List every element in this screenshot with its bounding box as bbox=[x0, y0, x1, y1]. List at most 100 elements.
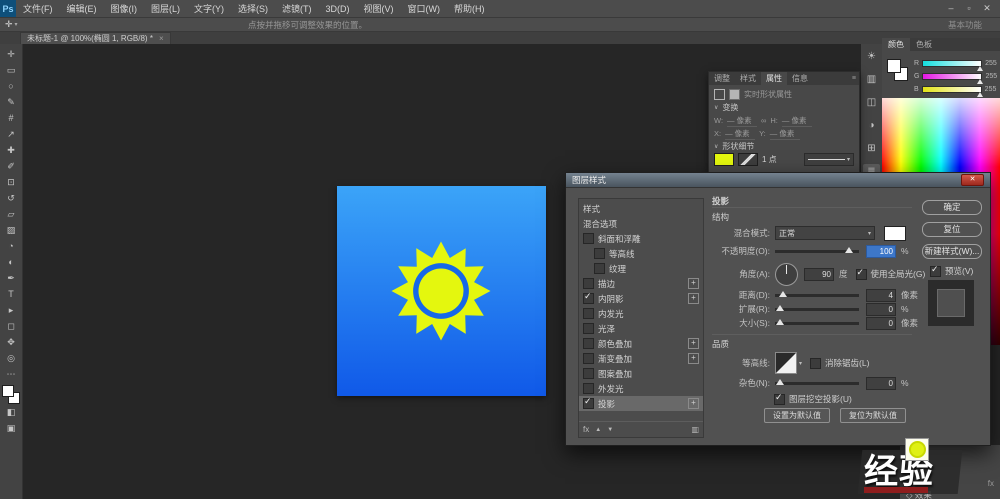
style-checkbox[interactable] bbox=[583, 293, 594, 304]
noise-slider[interactable] bbox=[775, 382, 859, 385]
trash-icon[interactable]: ▥ bbox=[691, 425, 699, 434]
quick-selection-tool[interactable]: ✎ bbox=[0, 94, 22, 110]
artwork-blue-square[interactable] bbox=[337, 186, 546, 396]
panel-tab[interactable]: 样式 bbox=[735, 72, 761, 85]
knockout-checkbox[interactable] bbox=[774, 394, 785, 405]
style-checkbox[interactable] bbox=[594, 248, 605, 259]
minimize-icon[interactable]: – bbox=[942, 3, 960, 14]
panel-icon-adjustments[interactable]: ☀ bbox=[863, 49, 880, 63]
add-effect-icon[interactable]: + bbox=[688, 338, 699, 349]
panel-tab[interactable]: 色板 bbox=[910, 38, 938, 51]
panel-icon-curves[interactable]: ◑ bbox=[863, 118, 880, 132]
red-slider[interactable] bbox=[922, 60, 982, 67]
panel-icon-channels[interactable]: ⊞ bbox=[863, 141, 880, 155]
style-list-item[interactable]: 投影 + bbox=[579, 396, 703, 411]
reset-default-button[interactable]: 复位为默认值 bbox=[840, 408, 906, 423]
screen-mode-button[interactable]: ▣ bbox=[0, 420, 22, 436]
spread-field[interactable]: 0 bbox=[866, 303, 896, 316]
menu-item[interactable]: 滤镜(T) bbox=[275, 2, 319, 15]
style-checkbox[interactable] bbox=[583, 338, 594, 349]
antialias-checkbox[interactable] bbox=[810, 358, 821, 369]
global-light-checkbox[interactable] bbox=[856, 269, 867, 280]
gradient-tool[interactable]: ▨ bbox=[0, 222, 22, 238]
style-list-item[interactable]: 图案叠加 + bbox=[579, 366, 703, 381]
link-icon[interactable]: ∞ bbox=[761, 116, 766, 125]
y-field[interactable]: — 像素 bbox=[770, 128, 800, 140]
distance-field[interactable]: 4 bbox=[866, 289, 896, 302]
stroke-width-field[interactable]: 1 点 bbox=[762, 154, 777, 165]
zoom-tool[interactable]: ◎ bbox=[0, 350, 22, 366]
height-field[interactable]: — 像素 bbox=[782, 115, 812, 127]
style-checkbox[interactable] bbox=[583, 323, 594, 334]
green-slider[interactable] bbox=[922, 73, 982, 80]
dialog-title-bar[interactable]: 图层样式 ✕ bbox=[566, 173, 990, 188]
dodge-tool[interactable]: ◐ bbox=[0, 254, 22, 270]
style-list-item[interactable]: 样式 + bbox=[579, 201, 703, 216]
style-checkbox[interactable] bbox=[583, 278, 594, 289]
opacity-slider[interactable] bbox=[775, 250, 859, 253]
set-default-button[interactable]: 设置为默认值 bbox=[764, 408, 830, 423]
style-list-item[interactable]: 光泽 + bbox=[579, 321, 703, 336]
layer-fx-icon[interactable]: fx bbox=[988, 479, 994, 488]
x-field[interactable]: — 像素 bbox=[725, 128, 755, 140]
style-list-item[interactable]: 描边 + bbox=[579, 276, 703, 291]
healing-brush-tool[interactable]: ✚ bbox=[0, 142, 22, 158]
menu-item[interactable]: 文字(Y) bbox=[187, 2, 231, 15]
type-tool[interactable]: T bbox=[0, 286, 22, 302]
move-tool-icon[interactable]: ✛ bbox=[5, 19, 13, 30]
angle-field[interactable]: 90 bbox=[804, 268, 834, 281]
workspace-switcher[interactable]: 基本功能 bbox=[948, 19, 982, 31]
menu-item[interactable]: 文件(F) bbox=[16, 2, 60, 15]
photoshop-logo[interactable]: Ps bbox=[0, 0, 16, 17]
style-checkbox[interactable] bbox=[583, 233, 594, 244]
style-checkbox[interactable] bbox=[583, 398, 594, 409]
panel-tab[interactable]: 属性 bbox=[761, 72, 787, 85]
style-list-item[interactable]: 纹理 + bbox=[579, 261, 703, 276]
style-list-item[interactable]: 内发光 + bbox=[579, 306, 703, 321]
slider-handle[interactable] bbox=[779, 291, 787, 297]
dialog-close-button[interactable]: ✕ bbox=[961, 174, 984, 186]
panel-tab[interactable]: 颜色 bbox=[882, 38, 910, 51]
pen-tool[interactable]: ✒ bbox=[0, 270, 22, 286]
panel-icon-histogram[interactable]: ▥ bbox=[863, 72, 880, 86]
style-checkbox[interactable] bbox=[583, 368, 594, 379]
slider-handle[interactable] bbox=[977, 79, 983, 84]
shadow-color-swatch[interactable] bbox=[884, 226, 906, 241]
menu-item[interactable]: 帮助(H) bbox=[447, 2, 492, 15]
foreground-background-swatches[interactable] bbox=[2, 385, 20, 404]
panel-menu-icon[interactable]: ≡ bbox=[852, 72, 859, 85]
document-tab[interactable]: 未标题-1 @ 100%(椭圆 1, RGB/8) * × bbox=[20, 32, 171, 44]
menu-item[interactable]: 图像(I) bbox=[104, 2, 145, 15]
style-list-item[interactable]: 外发光 + bbox=[579, 381, 703, 396]
color-panel-swatches[interactable] bbox=[887, 59, 909, 81]
style-list-item[interactable]: 内阴影 + bbox=[579, 291, 703, 306]
tab-close-icon[interactable]: × bbox=[159, 34, 164, 43]
close-icon[interactable]: ✕ bbox=[978, 3, 996, 14]
menu-item[interactable]: 图层(L) bbox=[144, 2, 187, 15]
blend-mode-select[interactable]: 正常 ▾ bbox=[775, 226, 875, 240]
hand-tool[interactable]: ✥ bbox=[0, 334, 22, 350]
style-list-item[interactable]: 渐变叠加 + bbox=[579, 351, 703, 366]
blue-value[interactable]: 255 bbox=[985, 86, 997, 93]
opacity-field[interactable]: 100 bbox=[866, 245, 896, 258]
reset-button[interactable]: 复位 bbox=[922, 222, 982, 237]
menu-item[interactable]: 窗口(W) bbox=[401, 2, 448, 15]
contour-thumbnail[interactable] bbox=[775, 352, 797, 374]
style-list-item[interactable]: 斜面和浮雕 + bbox=[579, 231, 703, 246]
move-tool[interactable]: ✛ bbox=[0, 46, 22, 62]
collapse-icon[interactable]: ∨ bbox=[714, 104, 718, 111]
eyedropper-tool[interactable]: ↗ bbox=[0, 126, 22, 142]
style-checkbox[interactable] bbox=[583, 308, 594, 319]
foreground-color-swatch[interactable] bbox=[887, 59, 901, 73]
crop-tool[interactable]: # bbox=[0, 110, 22, 126]
effects-row[interactable]: ◇ 效果 bbox=[906, 489, 932, 499]
lasso-tool[interactable]: ○ bbox=[0, 78, 22, 94]
distance-slider[interactable] bbox=[775, 294, 859, 297]
foreground-color-swatch[interactable] bbox=[2, 385, 14, 397]
slider-handle[interactable] bbox=[977, 66, 983, 71]
add-effect-icon[interactable]: + bbox=[688, 278, 699, 289]
green-value[interactable]: 255 bbox=[985, 73, 997, 80]
chevron-down-icon[interactable]: ▾ bbox=[799, 360, 802, 367]
ok-button[interactable]: 确定 bbox=[922, 200, 982, 215]
panel-tab[interactable]: 信息 bbox=[787, 72, 813, 85]
